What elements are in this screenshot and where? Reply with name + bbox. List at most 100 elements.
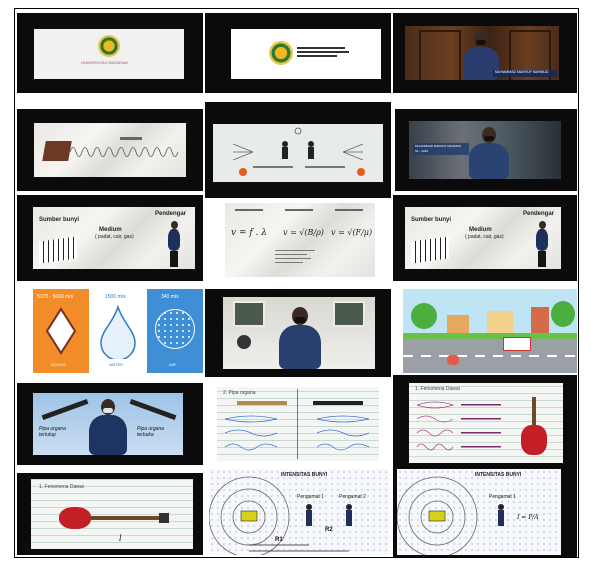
distance-r1-label: R1 [275,537,283,543]
r6-c3-screen[interactable]: INTENSITAS BUNYI Pengamat 1 I = P/A [397,469,561,555]
source-label: Sumber bunyi [39,217,80,223]
formula-string-speed: v = √(F/μ) [331,228,373,237]
formula-bulk-speed: v = √(B/ρ) [283,228,324,237]
water-speed: 1500 m/s [105,294,126,300]
piano-keys-icon [39,236,77,264]
guitar-icon [59,507,169,529]
door-panel [419,30,461,80]
r3-c1-screen[interactable]: Sumber bunyi Medium ( padat, cair, gas) … [33,207,195,269]
r6-c3-card: INTENSITAS BUNYI Pengamat 1 I = P/A [393,469,577,557]
road-marking [403,355,577,357]
university-logo-icon [98,35,120,57]
piano-keys-icon [411,236,449,264]
open-pipe-icon [129,398,177,421]
variable-notes [275,247,315,266]
solid-panel: 5120 - 5000 m/s SOLIDS [33,289,89,373]
name-caption: MUHAMMAD MAKRUF MAHMUD [495,70,549,74]
house-1 [447,315,469,333]
solid-label: SOLIDS [51,362,66,367]
medium-label: Medium [469,227,492,233]
r1-c2-screen[interactable] [231,29,381,79]
listener-figure [167,221,181,267]
window-right [333,301,365,327]
solid-speed: 5120 - 5000 m/s [37,294,74,300]
distance-r2-label: R2 [325,527,333,533]
observer-1-label: Pengamat 1 [489,494,516,500]
air-speed: 340 m/s [161,294,179,300]
bell-icon [237,335,251,349]
listener-label: Pendengar [155,211,187,217]
r3-c2-screen[interactable]: v = f . λ v = √(B/ρ) v = √(F/μ) [225,203,375,277]
presenter [469,127,509,179]
two-listener-diagram [232,127,365,176]
name-caption-line1: MUHAMMAD MAKRUF MAHMUD [415,144,461,148]
sound-wave-diagram [70,147,179,157]
university-name: UNIVERSITAS MATARAM [81,60,128,65]
r4-c3-card [393,289,577,377]
university-logo-icon [269,41,293,65]
r5-c3-card: 1. Fenomena Dawai [393,375,577,471]
r2-c1-screen[interactable] [34,123,186,177]
presenter [89,399,127,455]
air-circle-icon [155,309,195,349]
r4-c2-card [205,289,391,377]
r6-c2-screen[interactable]: INTENSITAS BUNYI Pengamat 1 Pengamat 2 R… [209,469,389,555]
r1-c1-screen[interactable]: UNIVERSITAS MATARAM [34,29,184,79]
r2-c2-card [205,102,391,198]
presenter [279,307,321,369]
r6-c1-card: 1. Fenomena Dawai l [17,473,203,555]
r2-c2-screen[interactable] [213,124,383,182]
r5-c2-screen[interactable]: 2. Pipa organa [217,387,379,461]
intensity-diagram [397,476,504,555]
open-pipe-label: Pipa organa terbuka [137,426,164,438]
window-left [233,301,265,327]
name-caption-line2: S1 - 2019 [415,149,429,153]
r4-c3-screen[interactable] [403,289,577,373]
guitar-icon [519,397,549,457]
water-label: WATER [109,362,123,367]
r5-c1-card: Pipa organa tertutup Pipa organa terbuka [17,383,203,465]
formula-header-row [235,209,365,215]
formula-wave-speed: v = f . λ [231,228,267,238]
r5-c1-screen[interactable]: Pipa organa tertutup Pipa organa terbuka [33,393,183,455]
tree [551,301,575,327]
r3-c2-card: v = f . λ v = √(B/ρ) v = √(F/μ) [205,197,391,283]
closed-pipe-icon [41,398,89,421]
listener-figure [535,221,549,267]
r6-c1-screen[interactable]: 1. Fenomena Dawai l [31,479,193,549]
r6-c2-card: INTENSITAS BUNYI Pengamat 1 Pengamat 2 R… [205,469,391,557]
observer-2-label: Pengamat 2 [339,494,366,500]
r4-c1-screen[interactable]: 5120 - 5000 m/s SOLIDS 1500 m/s WATER 34… [33,289,203,373]
medium-sub-label: ( padat, cair, gas) [465,234,504,240]
air-panel: 340 m/s AIR [147,289,203,373]
air-label: AIR [169,362,176,367]
listener-label: Pendengar [523,211,555,217]
string-harmonics-diagram [416,401,501,451]
pipe-icon [313,401,363,405]
r3-c1-card: Sumber bunyi Medium ( padat, cair, gas) … [17,195,203,281]
intensity-diagram [209,476,352,555]
observer-1-label: Pengamat 1 [297,494,324,500]
pipe-icon [237,401,287,405]
r4-c2-screen[interactable] [223,297,375,369]
r3-c3-card: Sumber bunyi Medium ( padat, cair, gas) … [393,195,577,281]
r1-c3-screen[interactable]: MUHAMMAD MAKRUF MAHMUD [405,26,559,80]
r5-c2-card: 2. Pipa organa [205,383,391,465]
pipe-heading: 2. Pipa organa [223,390,256,396]
collage-frame: UNIVERSITAS MATARAM MUHAMMAD MAKRUF MAHM… [14,8,579,558]
house-2 [487,311,513,333]
arrow-label [120,137,142,140]
solid-shape-icon [45,307,77,355]
piano-icon [42,141,72,161]
tree [411,303,437,329]
r2-c3-screen[interactable]: MUHAMMAD MAKRUF MAHMUD S1 - 2019 [409,121,561,179]
string-heading: 1. Fenomena Dawai [415,386,460,392]
mirrored-text-block [297,45,349,61]
r3-c3-screen[interactable]: Sumber bunyi Medium ( padat, cair, gas) … [405,207,561,269]
ambulance-icon [503,337,531,351]
r1-c3-card: MUHAMMAD MAKRUF MAHMUD [393,13,577,93]
r5-c3-screen[interactable]: 1. Fenomena Dawai [409,383,563,463]
r4-c1-card: 5120 - 5000 m/s SOLIDS 1500 m/s WATER 34… [17,289,203,377]
source-label: Sumber bunyi [411,217,452,223]
water-panel: 1500 m/s WATER [91,289,145,373]
